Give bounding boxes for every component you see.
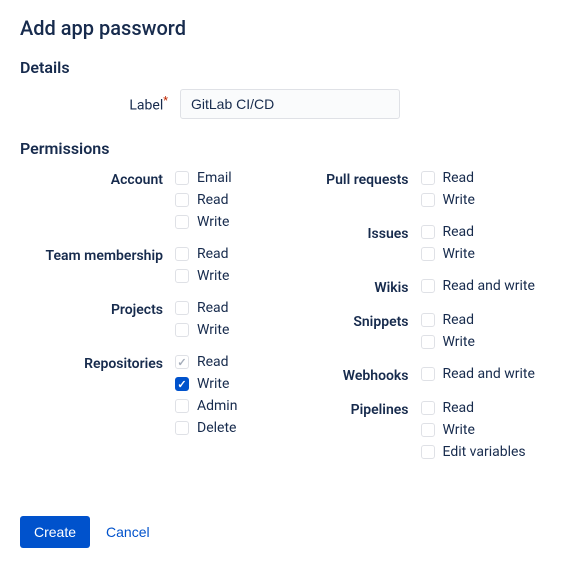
perm-label-team: Team membership [20, 246, 175, 284]
checkbox-webhooks-rw[interactable] [421, 367, 435, 381]
checkbox-label: Delete [197, 420, 236, 436]
label-field-label: Label* [20, 94, 180, 114]
perm-group-issues: Issues Read Write [306, 224, 562, 262]
perm-group-pipelines: Pipelines Read Write Edit variables [306, 400, 562, 460]
checkbox-label: Read and write [443, 366, 535, 382]
perm-label-repositories: Repositories [20, 354, 175, 436]
checkbox-label: Read [197, 192, 229, 208]
checkbox-label: Edit variables [443, 444, 526, 460]
required-indicator: * [163, 94, 168, 107]
perm-group-projects: Projects Read Write [20, 300, 276, 338]
permissions-grid: Account Email Read Write Team membership… [20, 170, 561, 476]
perm-group-team: Team membership Read Write [20, 246, 276, 284]
checkbox-pull-write[interactable] [421, 193, 435, 207]
checkbox-label: Write [443, 246, 475, 262]
checkbox-pull-read[interactable] [421, 171, 435, 185]
perm-group-wikis: Wikis Read and write [306, 278, 562, 296]
permissions-col-1: Account Email Read Write Team membership… [20, 170, 276, 476]
checkbox-label: Write [197, 214, 229, 230]
checkbox-snippets-read[interactable] [421, 313, 435, 327]
checkbox-label: Read [443, 400, 475, 416]
create-button[interactable]: Create [20, 516, 90, 548]
perm-label-account: Account [20, 170, 175, 230]
checkbox-label: Read [197, 300, 229, 316]
checkbox-issues-write[interactable] [421, 247, 435, 261]
perm-group-account: Account Email Read Write [20, 170, 276, 230]
checkbox-team-read[interactable] [175, 247, 189, 261]
checkbox-label: Write [197, 322, 229, 338]
checkbox-label: Write [443, 422, 475, 438]
checkbox-label: Read [197, 246, 229, 262]
cancel-button[interactable]: Cancel [106, 524, 150, 540]
checkbox-label: Write [197, 268, 229, 284]
perm-label-projects: Projects [20, 300, 175, 338]
checkbox-label: Read [197, 354, 229, 370]
details-heading: Details [20, 58, 561, 77]
checkbox-label: Email [197, 170, 232, 186]
checkbox-account-email[interactable] [175, 171, 189, 185]
checkbox-label: Read [443, 224, 475, 240]
checkbox-repos-read[interactable] [175, 355, 189, 369]
perm-label-pipelines: Pipelines [306, 400, 421, 460]
checkbox-projects-read[interactable] [175, 301, 189, 315]
checkbox-label: Write [197, 376, 229, 392]
page-title: Add app password [20, 16, 561, 40]
checkbox-repos-delete[interactable] [175, 421, 189, 435]
perm-group-webhooks: Webhooks Read and write [306, 366, 562, 384]
perm-group-repositories: Repositories Read Write Admin Delete [20, 354, 276, 436]
checkbox-label: Write [443, 192, 475, 208]
checkbox-pipelines-write[interactable] [421, 423, 435, 437]
permissions-heading: Permissions [20, 139, 561, 158]
checkbox-label: Write [443, 334, 475, 350]
checkbox-snippets-write[interactable] [421, 335, 435, 349]
checkbox-account-write[interactable] [175, 215, 189, 229]
label-input[interactable] [180, 89, 400, 119]
checkbox-repos-admin[interactable] [175, 399, 189, 413]
checkbox-account-read[interactable] [175, 193, 189, 207]
perm-label-snippets: Snippets [306, 312, 421, 350]
checkbox-team-write[interactable] [175, 269, 189, 283]
checkbox-wikis-rw[interactable] [421, 279, 435, 293]
permissions-col-2: Pull requests Read Write Issues Read Wri… [306, 170, 562, 476]
perm-group-snippets: Snippets Read Write [306, 312, 562, 350]
checkbox-projects-write[interactable] [175, 323, 189, 337]
perm-group-pull-requests: Pull requests Read Write [306, 170, 562, 208]
perm-label-wikis: Wikis [306, 278, 421, 296]
checkbox-label: Admin [197, 398, 237, 414]
checkbox-label: Read and write [443, 278, 535, 294]
perm-label-pull-requests: Pull requests [306, 170, 421, 208]
label-field-row: Label* [20, 89, 561, 119]
button-row: Create Cancel [20, 516, 561, 548]
checkbox-label: Read [443, 170, 475, 186]
checkbox-issues-read[interactable] [421, 225, 435, 239]
perm-label-issues: Issues [306, 224, 421, 262]
perm-label-webhooks: Webhooks [306, 366, 421, 384]
checkbox-pipelines-read[interactable] [421, 401, 435, 415]
checkbox-label: Read [443, 312, 475, 328]
checkbox-repos-write[interactable] [175, 377, 189, 391]
checkbox-pipelines-edit[interactable] [421, 445, 435, 459]
